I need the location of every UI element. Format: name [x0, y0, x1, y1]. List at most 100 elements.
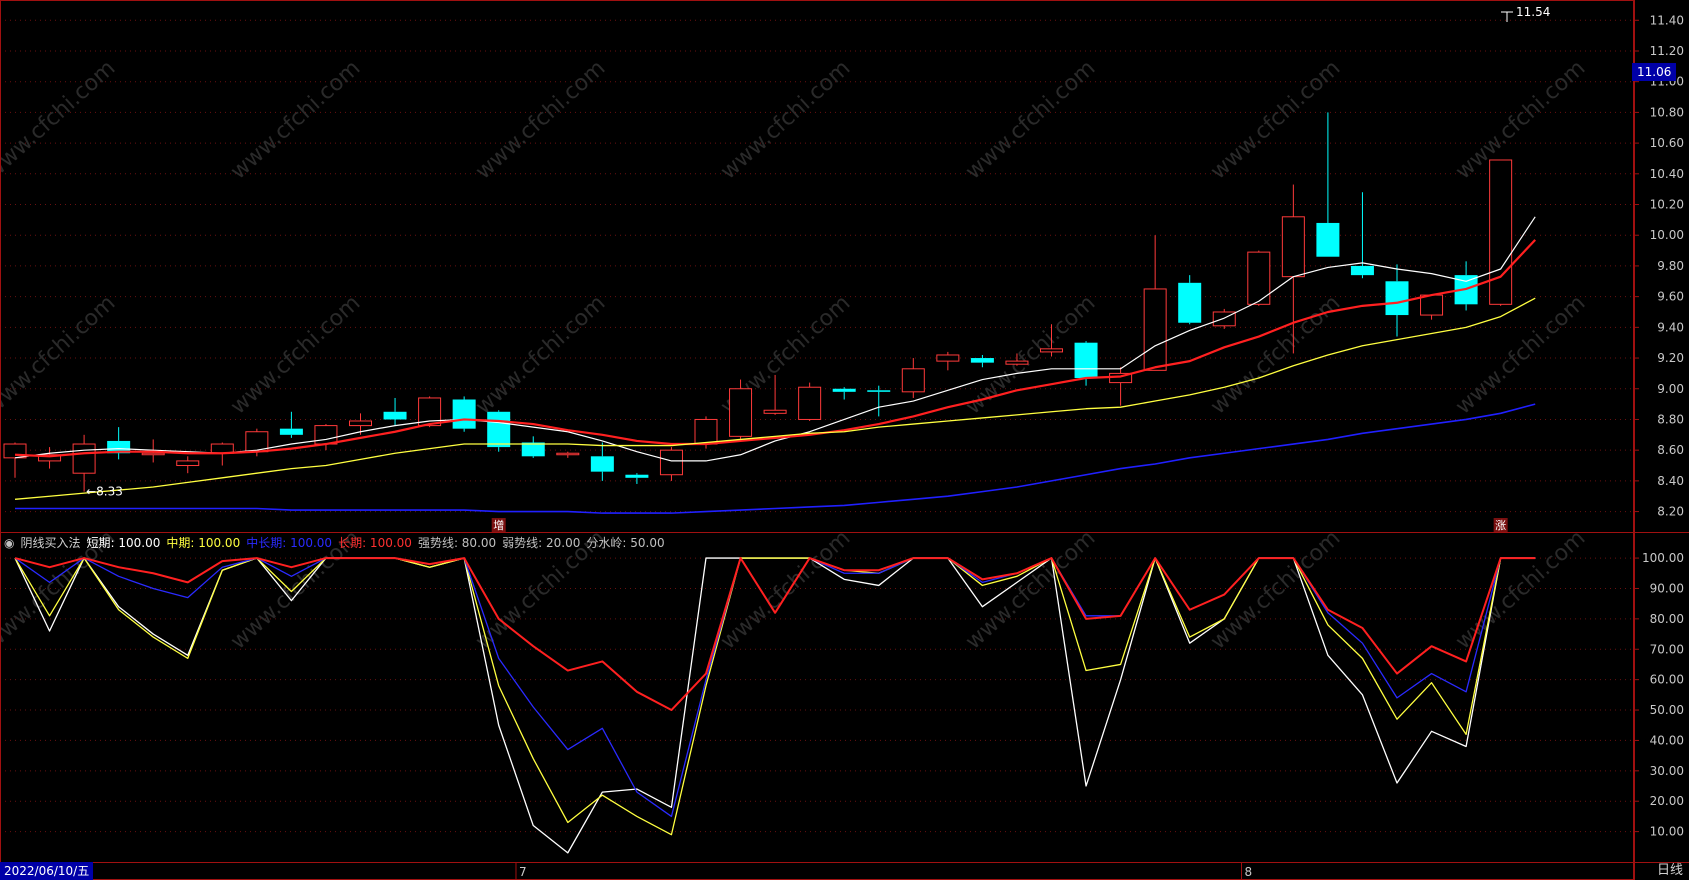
candle-body: [349, 420, 372, 427]
candle: [590, 442, 614, 481]
candle-body: [763, 409, 787, 414]
candle-body: [1040, 348, 1063, 353]
high-marker-label: 11.54: [1516, 5, 1550, 19]
watermark-text: www.cfchi.com: [471, 56, 610, 185]
watermark-text: www.cfchi.com: [1451, 56, 1590, 185]
candle: [625, 473, 649, 484]
price-tick-label: 10.00: [1650, 228, 1684, 242]
candle-body: [1316, 222, 1340, 257]
candle: [383, 397, 407, 426]
price-tick-label: 8.40: [1657, 474, 1684, 488]
indicator-tick-label: 40.00: [1650, 733, 1684, 747]
current-date: 2022/06/10/五: [0, 862, 94, 880]
watermark-text: www.cfchi.com: [716, 56, 855, 185]
indicator-marker-icon: ◉: [4, 536, 15, 550]
candle-body: [832, 388, 856, 392]
candle: [38, 447, 62, 469]
candle: [936, 351, 960, 371]
watermark-text: www.cfchi.com: [226, 56, 365, 185]
watermark-text: www.cfchi.com: [1206, 291, 1345, 420]
candle-body: [452, 399, 476, 429]
candle-body: [1005, 360, 1029, 365]
candle-body: [1489, 159, 1513, 305]
low-marker-label: ←8.33: [86, 485, 123, 499]
indicator-legend: ◉ 阴线买入法 短期: 100.00 中期: 100.00 中长期: 100.00 长期:…: [4, 535, 677, 551]
watermark-text: www.cfchi.com: [1206, 526, 1345, 655]
candle: [556, 451, 580, 458]
stock-chart[interactable]: www.cfchi.com www.cfchi.com www.cfchi.com w…: [0, 0, 1689, 880]
candle: [867, 385, 891, 417]
price-tick-label: 8.20: [1657, 505, 1684, 519]
signal-badge-text: 增: [493, 518, 504, 532]
price-tick-label: 9.60: [1657, 290, 1684, 304]
period-label[interactable]: 日线: [1657, 862, 1683, 880]
candle-body: [72, 443, 96, 474]
watermark-text: www.cfchi.com: [0, 56, 120, 185]
price-tick-label: 9.40: [1657, 320, 1684, 334]
legend-item: 弱势线: 20.00: [502, 536, 581, 550]
candle: [1178, 275, 1202, 325]
price-tick-label: 9.20: [1657, 351, 1684, 365]
candle-body: [590, 456, 614, 472]
candle-body: [798, 386, 822, 420]
month-label: 7: [519, 865, 527, 879]
price-tick-label: 11.20: [1650, 44, 1684, 58]
candle-body: [141, 452, 165, 456]
indicator-tick-label: 70.00: [1650, 642, 1684, 656]
signal-badge-text: 涨: [1495, 519, 1506, 532]
indicator-tick-label: 30.00: [1650, 764, 1684, 778]
candle-body: [314, 425, 338, 445]
price-tick-label: 11.40: [1650, 13, 1684, 27]
legend-item: 中长期: 100.00: [246, 536, 333, 550]
candle: [798, 382, 822, 421]
candle-body: [625, 474, 649, 478]
price-tick-label: 10.40: [1650, 167, 1684, 181]
candle: [659, 447, 683, 481]
legend-item: 中期: 100.00: [166, 536, 241, 550]
candle-body: [970, 358, 994, 363]
candle: [452, 396, 476, 432]
candle-body: [694, 418, 718, 445]
price-tick-label: 9.80: [1657, 259, 1684, 273]
candle-body: [1074, 342, 1098, 379]
candle-body: [1385, 281, 1409, 316]
candle: [487, 410, 511, 452]
watermark-text: www.cfchi.com: [471, 291, 610, 420]
candle: [1109, 367, 1133, 406]
price-tick-label: 10.80: [1650, 105, 1684, 119]
candle-body: [867, 390, 891, 392]
candle: [729, 379, 753, 441]
candle-body: [659, 449, 683, 476]
indicator-tick-label: 90.00: [1650, 581, 1684, 595]
candle: [1212, 308, 1236, 329]
watermark-text: www.cfchi.com: [226, 291, 365, 420]
candle: [107, 427, 131, 460]
watermark-text: www.cfchi.com: [0, 291, 120, 420]
candle-body: [556, 452, 580, 456]
watermark-text: www.cfchi.com: [1451, 526, 1590, 655]
candle-body: [487, 411, 511, 448]
candle-body: [729, 388, 753, 437]
month-label: 8: [1245, 865, 1253, 879]
legend-item: 强势线: 80.00: [417, 536, 497, 550]
price-tick-label: 9.00: [1657, 382, 1684, 396]
candle: [3, 442, 27, 478]
candle: [521, 436, 545, 458]
indicator-tick-label: 50.00: [1650, 703, 1684, 717]
indicator-name: 阴线买入法: [20, 536, 81, 550]
watermark-text: www.cfchi.com: [716, 526, 855, 655]
candle: [1143, 235, 1167, 371]
candle-body: [176, 460, 200, 467]
candle: [72, 434, 96, 492]
candle: [1247, 250, 1271, 306]
candle-body: [1420, 294, 1444, 316]
moving-average-line: [15, 403, 1536, 514]
candle: [1316, 112, 1340, 257]
current-price-tag: 11.06: [1632, 63, 1677, 82]
indicator-tick-label: 80.00: [1650, 612, 1684, 626]
price-tick-label: 8.80: [1657, 412, 1684, 426]
legend-item: 长期: 100.00: [338, 536, 412, 550]
indicator-tick-label: 60.00: [1650, 673, 1684, 687]
candle-body: [1350, 265, 1374, 276]
candle: [901, 358, 925, 398]
